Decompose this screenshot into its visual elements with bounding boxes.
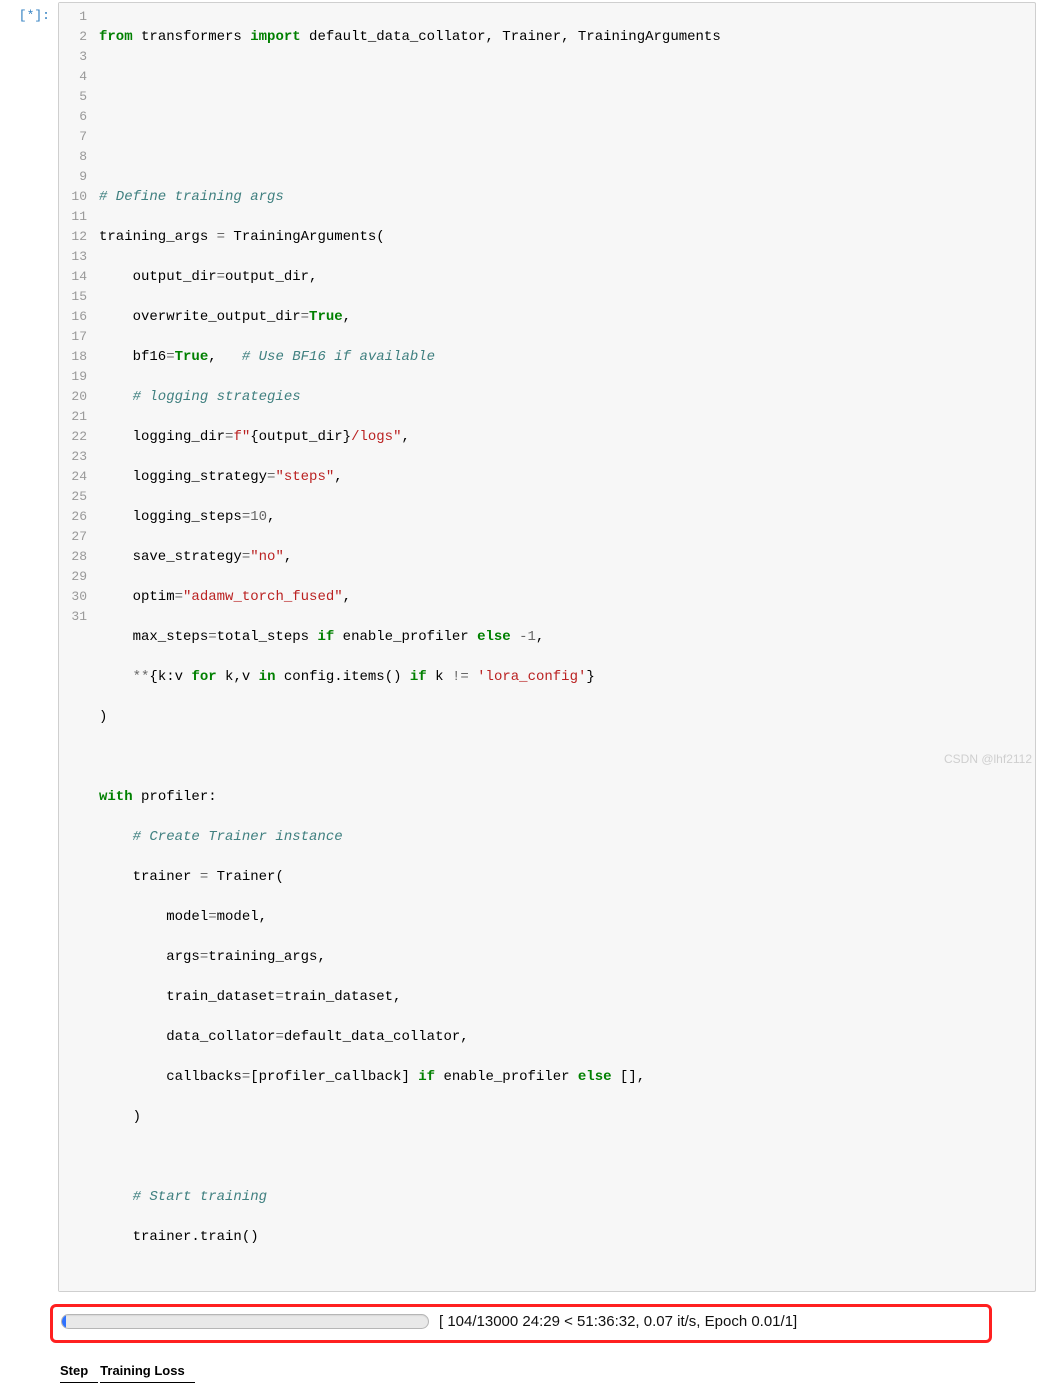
training-output-box: [ 104/13000 24:29 < 51:36:32, 0.07 it/s,…	[50, 1304, 992, 1343]
code-input-area[interactable]: 1234 5678 9101112 13141516 17181920 2122…	[58, 2, 1036, 1292]
progress-text: [ 104/13000 24:29 < 51:36:32, 0.07 it/s,…	[439, 1313, 797, 1330]
table-header-loss: Training Loss	[100, 1359, 195, 1383]
code-cell: [*]: 1234 5678 9101112 13141516 17181920…	[0, 0, 1042, 1292]
code-editor-content[interactable]: from transformers import default_data_co…	[93, 3, 1035, 1291]
line-number-gutter: 1234 5678 9101112 13141516 17181920 2122…	[59, 3, 93, 1291]
cell-prompt: [*]:	[0, 2, 58, 1292]
progress-fill	[62, 1315, 66, 1328]
training-loss-table: Step Training Loss	[58, 1357, 1042, 1385]
table-header-step: Step	[60, 1359, 98, 1383]
training-progress-bar	[61, 1314, 429, 1329]
csdn-watermark: CSDN @lhf2112	[944, 752, 1032, 766]
progress-row: [ 104/13000 24:29 < 51:36:32, 0.07 it/s,…	[61, 1313, 981, 1330]
